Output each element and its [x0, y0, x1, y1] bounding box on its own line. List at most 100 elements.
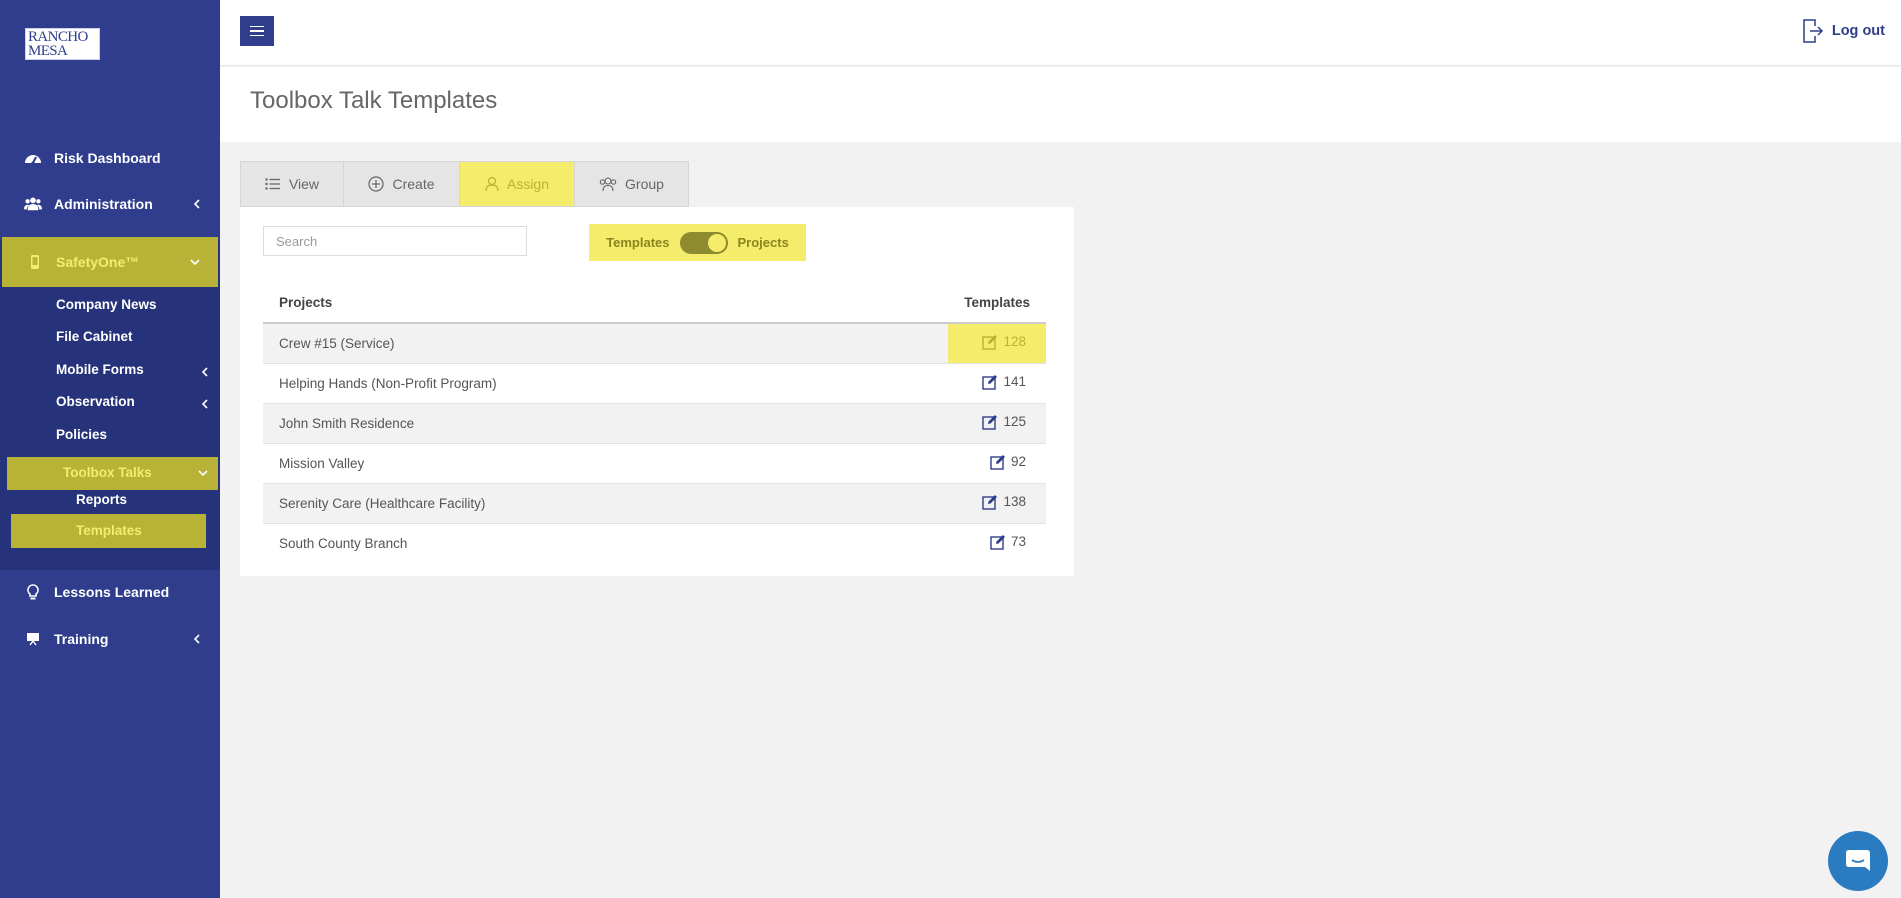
table-row[interactable]: Helping Hands (Non-Profit Program) 141: [263, 362, 1046, 403]
sidebar-item-toolbox-talks[interactable]: Toolbox Talks: [7, 457, 218, 490]
logout-label: Log out: [1831, 23, 1885, 39]
edit-icon[interactable]: [982, 414, 998, 430]
templates-count: 125: [1003, 414, 1026, 429]
templates-count-cell[interactable]: 141: [948, 362, 1046, 403]
templates-count-cell[interactable]: 138: [948, 482, 1046, 523]
list-icon: [265, 178, 280, 190]
plus-circle-icon: [368, 176, 385, 192]
toggle-knob: [707, 233, 726, 252]
templates-count: 138: [1003, 494, 1026, 509]
tab-label: Create: [392, 176, 435, 192]
sidebar-item-reports[interactable]: Reports: [76, 492, 127, 507]
table-header-row: Projects Templates: [263, 282, 1046, 324]
users-icon: [24, 195, 42, 213]
sidebar-item-lessons-learned[interactable]: Lessons Learned: [0, 572, 220, 612]
projects-table: Projects Templates Crew #15 (Service) 12…: [263, 282, 1046, 563]
chevron-down-icon: [198, 470, 208, 477]
templates-count-cell[interactable]: 125: [948, 402, 1046, 443]
chevron-left-icon: [201, 399, 208, 409]
tab-group[interactable]: Group: [574, 161, 689, 207]
sidebar-item-risk-dashboard[interactable]: Risk Dashboard: [0, 138, 220, 178]
templates-count-cell[interactable]: 128: [948, 322, 1046, 363]
sidebar-item-administration[interactable]: Administration: [0, 184, 220, 224]
project-name-cell: Serenity Care (Healthcare Facility): [263, 482, 949, 523]
edit-icon[interactable]: [982, 374, 998, 390]
tab-bar: View Create Assign Group: [240, 161, 689, 207]
search-input[interactable]: [263, 226, 527, 256]
tab-assign[interactable]: Assign: [459, 161, 574, 207]
sidebar-item-label: SafetyOne™: [56, 254, 140, 270]
column-header-templates[interactable]: Templates: [948, 282, 1046, 324]
page-title: Toolbox Talk Templates: [250, 87, 498, 114]
hamburger-icon-line: [250, 30, 264, 32]
sidebar-item-company-news[interactable]: Company News: [56, 297, 157, 312]
mobile-icon: [26, 253, 44, 271]
edit-icon[interactable]: [990, 534, 1006, 550]
project-name-cell: Mission Valley: [263, 442, 949, 483]
sidebar-item-label: Lessons Learned: [54, 584, 170, 600]
sidebar-item-policies[interactable]: Policies: [56, 427, 107, 442]
user-icon: [485, 176, 499, 192]
tab-create[interactable]: Create: [343, 161, 459, 207]
tab-label: View: [288, 176, 320, 192]
logo-text-line2: MESA: [28, 43, 68, 59]
project-name-cell: Crew #15 (Service): [263, 322, 949, 363]
rancho-mesa-logo[interactable]: RANCHO MESA: [25, 28, 100, 60]
sidebar-item-observation[interactable]: Observation: [56, 394, 135, 409]
table-row[interactable]: John Smith Residence 125: [263, 402, 1046, 443]
dashboard-icon: [24, 149, 42, 167]
chat-launcher-button[interactable]: [1828, 831, 1888, 891]
sidebar-item-label: Risk Dashboard: [54, 150, 161, 166]
table-row[interactable]: South County Branch 73: [263, 522, 1046, 563]
sidebar-item-label: Toolbox Talks: [63, 465, 152, 480]
presentation-icon: [24, 630, 42, 648]
tab-view[interactable]: View: [240, 161, 343, 207]
hamburger-icon-line: [250, 34, 264, 37]
sidebar-item-label: Templates: [76, 523, 142, 538]
chevron-left-icon: [201, 367, 208, 377]
sidebar-item-label: Administration: [54, 196, 153, 212]
lightbulb-icon: [24, 583, 42, 601]
table-row[interactable]: Mission Valley 92: [263, 442, 1046, 483]
page-header: Toolbox Talk Templates: [220, 67, 1901, 142]
menu-toggle-button[interactable]: [240, 16, 274, 46]
edit-icon[interactable]: [982, 494, 998, 510]
templates-count: 73: [1010, 534, 1026, 550]
edit-icon[interactable]: [982, 334, 998, 350]
tab-label: Assign: [506, 176, 550, 192]
templates-count: 128: [1003, 334, 1026, 350]
templates-count: 92: [1010, 454, 1026, 469]
sidebar-item-mobile-forms[interactable]: Mobile Forms: [56, 362, 144, 377]
project-name-cell: John Smith Residence: [263, 402, 949, 443]
toggle-label-projects[interactable]: Projects: [738, 235, 789, 250]
toggle-label-templates[interactable]: Templates: [606, 235, 669, 250]
templates-count-cell[interactable]: 73: [948, 522, 1046, 563]
group-icon: [599, 177, 617, 192]
project-name-cell: Helping Hands (Non-Profit Program): [263, 362, 949, 403]
top-bar: Log out: [220, 0, 1901, 66]
toggle-switch[interactable]: [679, 231, 728, 254]
tab-label: Group: [625, 176, 664, 192]
sidebar-item-training[interactable]: Training: [0, 619, 220, 659]
column-header-projects[interactable]: Projects: [263, 282, 949, 324]
table-row[interactable]: Crew #15 (Service) 128: [263, 322, 1046, 363]
assign-panel: Templates Projects Projects Templates Cr…: [240, 207, 1074, 576]
sidebar-item-safetyone[interactable]: SafetyOne™: [2, 237, 218, 287]
hamburger-icon-line: [250, 25, 264, 28]
logout-button[interactable]: Log out: [1802, 18, 1885, 44]
project-name-cell: South County Branch: [263, 522, 949, 563]
templates-projects-toggle: Templates Projects: [589, 224, 806, 261]
templates-count-cell[interactable]: 92: [948, 442, 1046, 483]
chevron-down-icon: [190, 259, 200, 266]
chevron-left-icon: [193, 634, 200, 644]
templates-count: 141: [1003, 374, 1026, 389]
edit-icon[interactable]: [990, 454, 1006, 470]
logout-icon: [1803, 19, 1823, 43]
sidebar: RANCHO MESA Risk Dashboard Administratio…: [0, 0, 220, 898]
table-row[interactable]: Serenity Care (Healthcare Facility) 138: [263, 482, 1046, 523]
chat-bubble-icon: [1846, 850, 1870, 871]
sidebar-item-label: Training: [54, 631, 109, 647]
sidebar-item-templates[interactable]: Templates: [11, 514, 206, 548]
chevron-left-icon: [193, 199, 200, 209]
sidebar-item-file-cabinet[interactable]: File Cabinet: [56, 329, 133, 344]
